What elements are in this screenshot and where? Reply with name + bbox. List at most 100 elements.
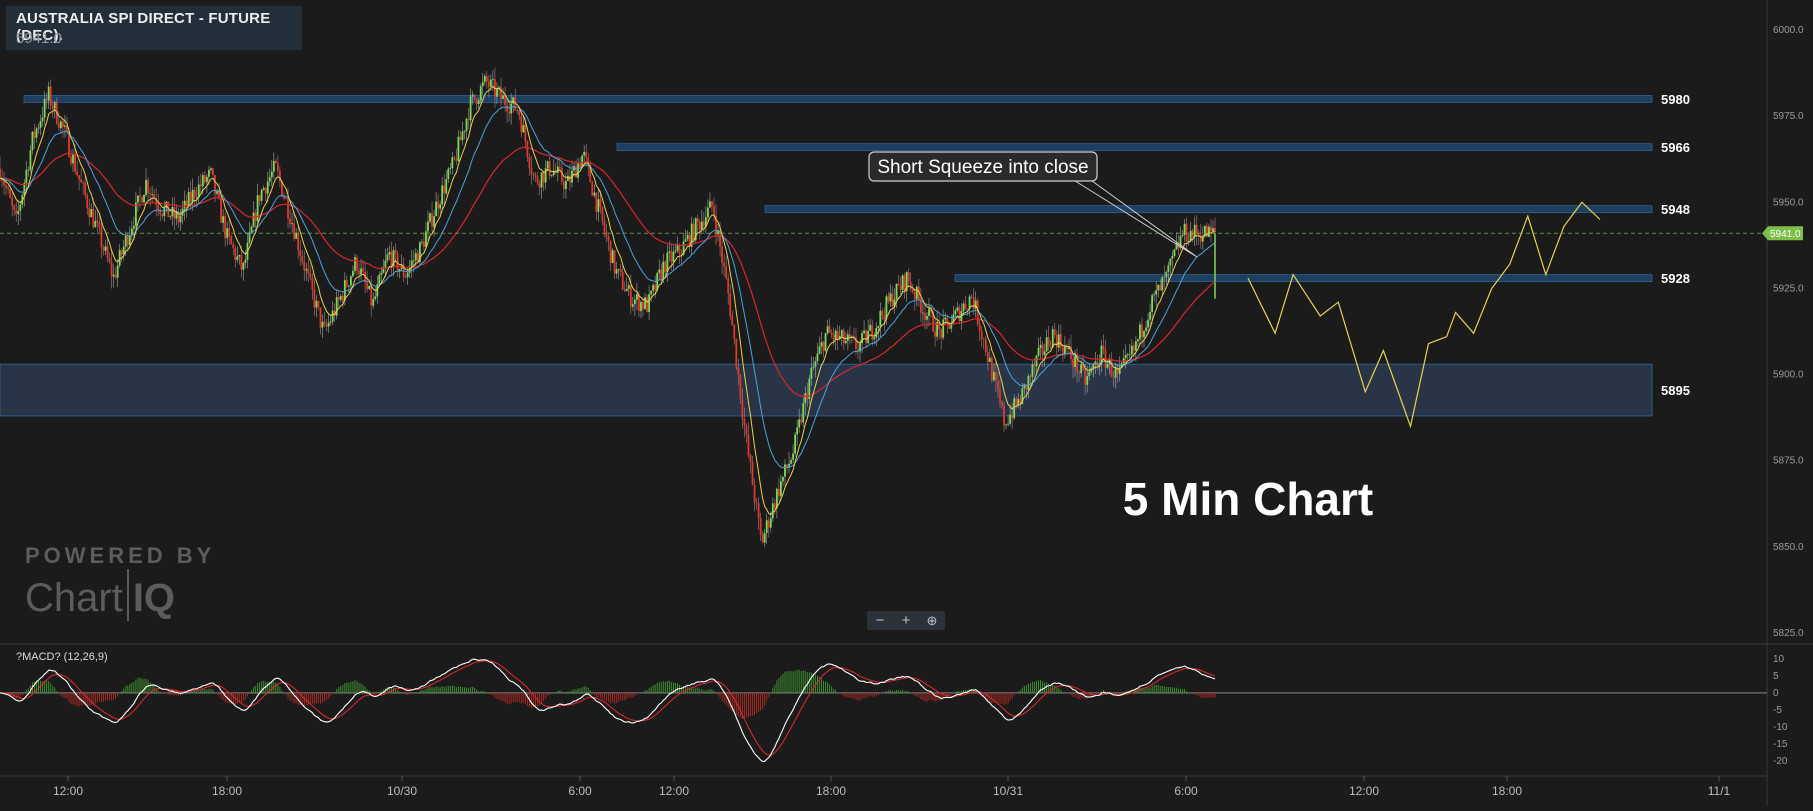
candle-body [1031, 364, 1034, 377]
candle-body [504, 95, 506, 105]
candle-body [735, 339, 738, 368]
candle-body [700, 221, 703, 230]
candle-body [210, 168, 212, 170]
symbol-price: 5941.0 [16, 30, 62, 47]
candle-body [112, 274, 115, 277]
candle-body [406, 272, 409, 278]
candle-body [556, 166, 559, 173]
candle-body [447, 168, 450, 180]
candle-body [934, 331, 936, 337]
candle-body [879, 310, 882, 326]
candle-body [362, 268, 364, 272]
chart-svg[interactable]: 5895 5980 5966 5948 5928 Short Squeeze into… [0, 0, 1813, 806]
candle-body [601, 207, 604, 222]
candle-body [157, 204, 160, 210]
candle-body [370, 285, 373, 306]
candle-body [798, 419, 801, 428]
candle-body [31, 131, 34, 151]
candle-body [78, 175, 81, 180]
candle-body [147, 179, 149, 194]
candle-body [887, 296, 890, 302]
level-label: 5948 [1661, 202, 1690, 217]
level-band [23, 95, 1653, 103]
zoom-reset-icon[interactable]: ⊕ [919, 611, 945, 630]
candle-body [116, 265, 119, 278]
candle-body [676, 245, 679, 251]
candle-body [481, 82, 484, 87]
candle-body [822, 342, 825, 351]
candle-body [516, 110, 519, 111]
candle-body [966, 308, 969, 310]
zoom-out-button[interactable]: − [867, 611, 893, 630]
candle-body [585, 151, 588, 158]
candle-body [423, 241, 425, 247]
candle-body [883, 315, 886, 320]
candle-body [713, 206, 715, 216]
zoom-in-button[interactable]: + [893, 611, 919, 630]
candle-body [1041, 344, 1044, 355]
candle-body [834, 330, 837, 340]
candle-body [633, 299, 636, 305]
candle-body [228, 228, 231, 237]
candle-body [500, 87, 502, 99]
candle-body [836, 330, 839, 340]
candle-body [384, 260, 387, 268]
candle-body [1159, 284, 1162, 291]
candle-body [469, 96, 472, 121]
candle-body [810, 367, 813, 379]
candle-body [741, 399, 744, 419]
candle-body [583, 151, 586, 156]
candle-body [104, 246, 107, 251]
candle-body [45, 98, 48, 101]
candle-body [72, 154, 74, 164]
candle-body [1141, 324, 1143, 338]
candle-body [629, 285, 632, 307]
symbol-title-box: AUSTRALIA SPI DIRECT - FUTURE (DEC). 594… [6, 6, 302, 50]
candle-body [421, 241, 423, 243]
candle-body [110, 261, 113, 277]
candle-body [74, 154, 76, 172]
candle-body [581, 155, 584, 168]
candle-body [1023, 384, 1026, 389]
candle-body [315, 300, 318, 308]
candle-body [751, 461, 754, 485]
candle-body [98, 222, 101, 227]
candle-body [636, 294, 638, 300]
candle-body [238, 255, 241, 257]
candle-body [986, 352, 989, 362]
candle-body [1163, 277, 1166, 278]
candle-body [869, 324, 872, 331]
candle-body [548, 161, 551, 176]
candle-body [220, 197, 222, 223]
zone-label: 5895 [1661, 383, 1690, 398]
candle-body [491, 79, 494, 81]
candle-body [891, 293, 894, 307]
macd-title: ?MACD? (12,26,9) [16, 651, 108, 663]
candle-body [913, 291, 916, 299]
candle-body [108, 258, 111, 262]
candle-body [828, 326, 831, 333]
candle-body [631, 304, 634, 307]
candle-body [208, 169, 210, 177]
candle-body [163, 207, 166, 217]
candle-body [327, 322, 330, 327]
candle-body [512, 97, 515, 104]
candle-body [502, 95, 504, 99]
candle-body [232, 244, 235, 249]
candle-body [739, 374, 742, 400]
candle-body [909, 281, 912, 290]
candle-body [295, 232, 298, 239]
candle-body [459, 136, 462, 141]
candle-body [449, 168, 452, 169]
candle-body [240, 255, 243, 270]
candle-body [800, 419, 803, 423]
candle-body [780, 481, 782, 496]
candle-body [1137, 339, 1139, 342]
y-tick-label: 6000.0 [1773, 25, 1804, 36]
candle-body [305, 268, 308, 271]
candle-body [467, 118, 470, 121]
chart-stage[interactable]: 5895 5980 5966 5948 5928 Short Squeeze into… [0, 0, 1813, 806]
candle-body [686, 234, 689, 240]
candle-body [244, 259, 247, 264]
candle-body [285, 198, 287, 199]
